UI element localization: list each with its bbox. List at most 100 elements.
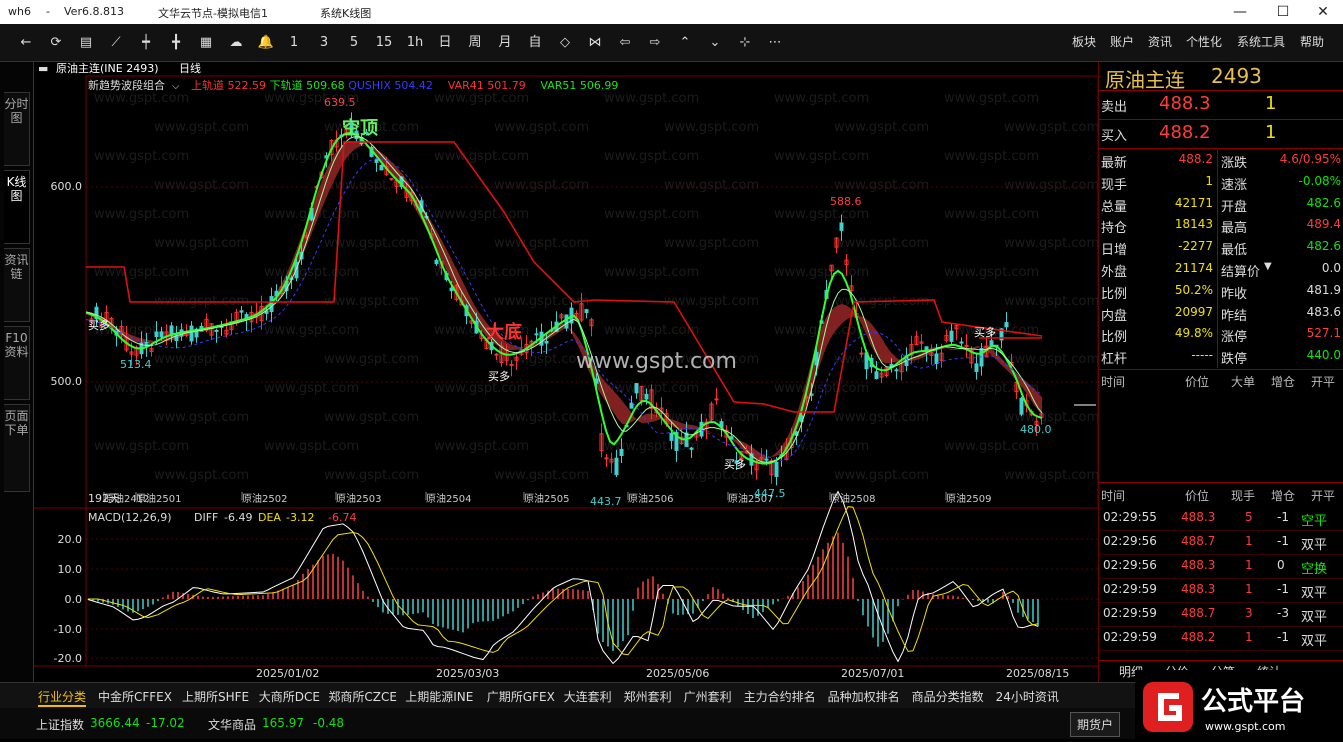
period-3min[interactable]: 3: [314, 33, 334, 53]
period-1min[interactable]: 1: [284, 33, 304, 53]
arrow-up-icon[interactable]: ⌃: [673, 33, 697, 53]
quote-code: 2493: [1211, 64, 1262, 88]
maximize-icon[interactable]: ☐: [1268, 2, 1298, 22]
menu-news[interactable]: 资讯: [1148, 33, 1172, 50]
quote-left-value-3: 18143: [1174, 217, 1213, 232]
market-tab-6[interactable]: 广期所GFEX: [487, 688, 555, 705]
period-month[interactable]: 月: [493, 33, 517, 53]
indicator-name[interactable]: 新趋势波段组合: [88, 78, 165, 92]
period-day[interactable]: 日: [433, 33, 457, 53]
watermark-text: www.gspt.com: [604, 323, 699, 338]
diamond-right-icon[interactable]: ⋈: [583, 33, 607, 53]
crosshair-icon[interactable]: ⊹: [733, 33, 757, 53]
watermark-text: www.gspt.com: [834, 120, 929, 135]
watermark-text: www.gspt.com: [324, 352, 419, 367]
sell-price[interactable]: 488.3: [1159, 93, 1211, 114]
trade-3-cell-0: 02:29:59: [1103, 582, 1157, 596]
date-label-4: 2025/07/01: [841, 667, 904, 680]
quote-right-value-8: 527.1: [1306, 326, 1341, 341]
market-tab-5[interactable]: 上期能源INE: [405, 688, 473, 705]
watermark-text: www.gspt.com: [1004, 294, 1098, 309]
bell-icon[interactable]: 🔔: [254, 33, 278, 53]
chart-area[interactable]: www.gspt.com www.gspt.com www.gspt.com www.…: [34, 62, 1098, 682]
line-chart-icon[interactable]: ⟋: [104, 33, 128, 53]
period-5min[interactable]: 5: [344, 33, 364, 53]
candle-body: [634, 383, 639, 394]
macd-tick-0: 0.0: [65, 593, 83, 606]
candle-body: [1019, 397, 1024, 415]
market-tab-13[interactable]: 24小时资讯: [996, 688, 1059, 705]
market-tab-7[interactable]: 大连套利: [564, 688, 612, 705]
market-tab-4[interactable]: 郑商所CZCE: [328, 688, 397, 705]
menu-help[interactable]: 帮助: [1300, 33, 1324, 50]
market-tab-8[interactable]: 郑州套利: [624, 688, 672, 705]
candle-body: [974, 363, 979, 372]
market-tab-12[interactable]: 商品分类指数: [912, 688, 984, 705]
close-icon[interactable]: ✕: [1308, 2, 1338, 22]
menu-tools[interactable]: 系统工具: [1237, 33, 1285, 50]
chevron-down-icon[interactable]: ⌵: [172, 81, 180, 92]
period-custom[interactable]: 自: [523, 33, 547, 53]
candle-icon[interactable]: ┿: [134, 33, 158, 53]
tab-order[interactable]: 页面下单: [4, 404, 30, 492]
indicator-legend: 上轨道 522.59 下轨道 509.68 QUSHIX 504.42 VAR41 5…: [191, 78, 618, 92]
list-icon[interactable]: ▤: [74, 33, 98, 53]
period-week[interactable]: 周: [463, 33, 487, 53]
quote-left-value-1: 1: [1205, 173, 1213, 188]
menu-account[interactable]: 账户: [1110, 33, 1134, 50]
quote-right-label-4: 最低: [1221, 243, 1248, 259]
arrow-right-icon[interactable]: ⇨: [643, 33, 667, 53]
buy-price[interactable]: 488.2: [1159, 122, 1211, 143]
tab-timeshare[interactable]: 分时图: [4, 92, 30, 166]
minimize-icon[interactable]: —: [1225, 2, 1255, 22]
top-signal: 空顶: [342, 117, 378, 139]
trade-2-cell-0: 02:29:56: [1103, 558, 1157, 572]
market-tab-1[interactable]: 中金所CFFEX: [98, 688, 172, 705]
futures-account-button[interactable]: 期货户: [1070, 712, 1121, 737]
candle-body: [699, 421, 704, 437]
market-tab-9[interactable]: 广州套利: [684, 688, 732, 705]
menu-sector[interactable]: 板块: [1072, 33, 1096, 50]
quote-left-label-8: 比例: [1101, 330, 1128, 346]
market-tab-2[interactable]: 上期所SHFE: [182, 688, 249, 705]
hdr1-col-1: 价位: [1185, 375, 1210, 389]
market-tab-0[interactable]: 行业分类: [38, 688, 87, 707]
market-tab-11[interactable]: 品种加权排名: [828, 688, 900, 705]
diff-label: DIFF: [194, 511, 218, 524]
tab-kline[interactable]: K线图: [4, 170, 30, 244]
quote-right-label-1: 速涨: [1221, 177, 1248, 193]
quote-right-label-0: 涨跌: [1221, 156, 1248, 171]
settle-dropdown-icon[interactable]: ▼: [1264, 261, 1272, 272]
chart-period[interactable]: 日线: [179, 62, 201, 75]
diff-value: -6.49: [224, 511, 252, 524]
server-name: 文华云节点-模拟电信1: [158, 7, 268, 20]
grid-icon[interactable]: ▦: [194, 33, 218, 53]
chart-symbol[interactable]: 原油主连(INE 2493): [56, 62, 159, 75]
candle-body: [544, 340, 549, 344]
date-label-5: 2025/08/15: [1006, 667, 1069, 680]
trade-2-cell-1: 488.3: [1181, 558, 1216, 572]
tab-f10[interactable]: F10资料: [4, 326, 30, 400]
candle-body: [564, 314, 569, 329]
candle-body: [509, 363, 514, 366]
macd-value: -6.74: [328, 511, 356, 524]
period-15min[interactable]: 15: [372, 33, 396, 53]
watermark-text: www.gspt.com: [1004, 352, 1098, 367]
arrow-left-icon[interactable]: ⇦: [613, 33, 637, 53]
more-icon[interactable]: ⋯: [763, 33, 787, 53]
refresh-icon[interactable]: ⟳: [44, 33, 68, 53]
macd-label: MACD(12,26,9): [88, 511, 172, 524]
period-1h[interactable]: 1h: [403, 33, 427, 53]
market-tab-10[interactable]: 主力合约排名: [744, 688, 816, 705]
market-tab-3[interactable]: 大商所DCE: [259, 688, 320, 705]
diamond-left-icon[interactable]: ◇: [553, 33, 577, 53]
tab-news-chain[interactable]: 资讯链: [4, 248, 30, 322]
candle2-icon[interactable]: ╋: [164, 33, 188, 53]
menu-personalize[interactable]: 个性化: [1186, 33, 1222, 50]
cloud-icon[interactable]: ☁: [224, 33, 248, 53]
hdr2-col-0: 时间: [1101, 489, 1126, 503]
arrow-down-icon[interactable]: ⌄: [703, 33, 727, 53]
back-icon[interactable]: ←: [14, 33, 38, 53]
watermark-text: www.gspt.com: [834, 468, 929, 483]
sell-volume: 1: [1265, 93, 1277, 114]
